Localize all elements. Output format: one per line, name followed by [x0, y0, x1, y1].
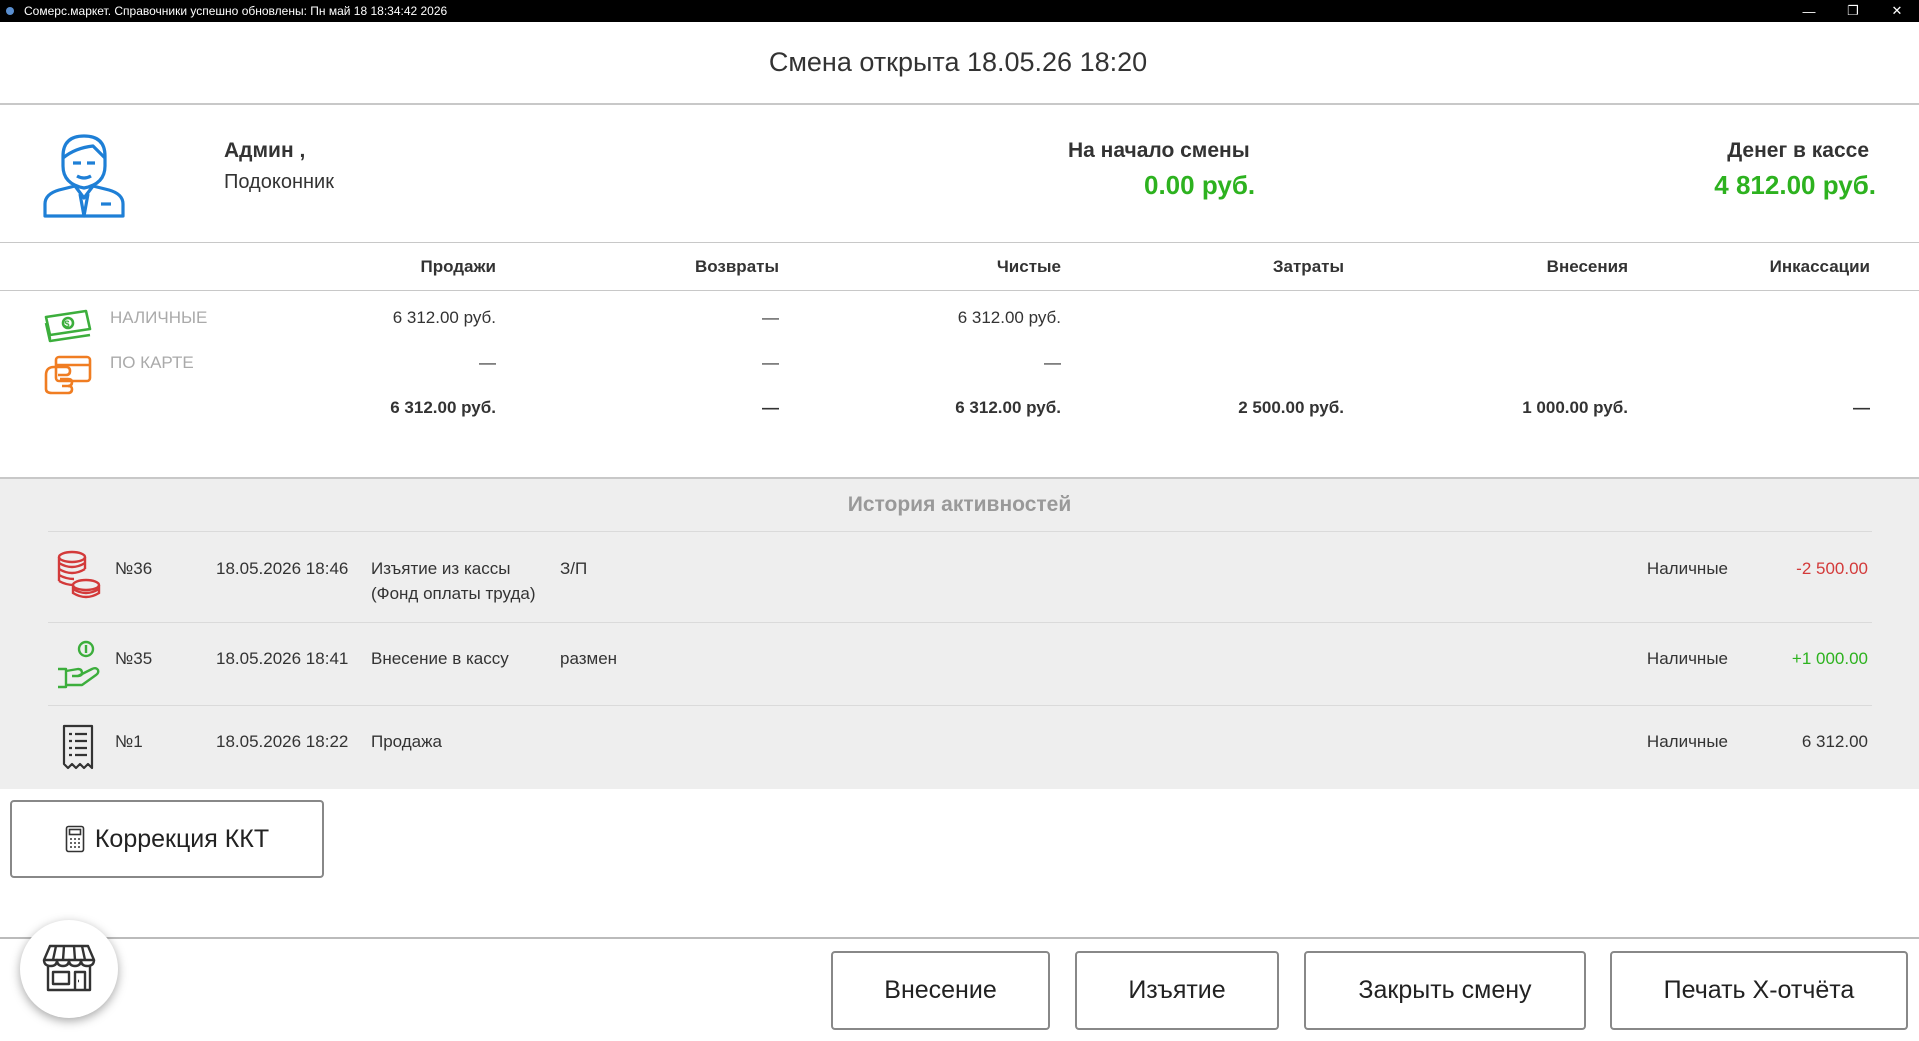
window-titlebar: Сомерс.маркет. Справочники успешно обнов…	[0, 0, 1919, 22]
cash-in-register-value: 4 812.00 руб.	[1714, 170, 1876, 200]
history-payment-method: Наличные	[1646, 732, 1728, 751]
header-returns: Возвраты	[694, 257, 779, 276]
history-date: 18.05.2026 18:46	[216, 559, 349, 578]
close-shift-button[interactable]: Закрыть смену	[1304, 951, 1586, 1030]
history-payment-method: Наличные	[1646, 649, 1728, 668]
history-amount: -2 500.00	[1796, 559, 1868, 578]
kkt-correction-button[interactable]: Коррекция ККТ	[10, 800, 324, 878]
history-amount: +1 000.00	[1791, 649, 1868, 668]
header-collections: Инкассации	[1769, 257, 1870, 276]
cash-returns: —	[762, 308, 779, 327]
history-amount: 6 312.00	[1801, 732, 1868, 751]
print-x-report-button[interactable]: Печать Х-отчёта	[1610, 951, 1908, 1030]
activity-history: История активностей №36 18.05.2026 18:46…	[0, 479, 1919, 789]
withdraw-button[interactable]: Изъятие	[1075, 951, 1279, 1030]
calculator-icon	[65, 825, 85, 853]
shift-start-label: На начало смены	[1068, 139, 1250, 162]
cash-in-register-label: Денег в кассе	[1727, 139, 1869, 162]
total-returns: —	[762, 398, 779, 417]
history-type-line1: Внесение в кассу	[371, 649, 509, 668]
history-item[interactable]: №36 18.05.2026 18:46 Изъятие из кассы (Ф…	[0, 531, 1919, 622]
total-expenses: 2 500.00 руб.	[1238, 398, 1344, 417]
user-panel: Админ , Подоконник На начало смены 0.00 …	[0, 105, 1919, 243]
history-type-line2: (Фонд оплаты труда)	[371, 584, 536, 603]
total-net: 6 312.00 руб.	[955, 398, 1061, 417]
shift-summary-table: Продажи Возвраты Чистые Затраты Внесения…	[0, 243, 1919, 479]
history-item[interactable]: №35 18.05.2026 18:41 Внесение в кассу ра…	[0, 622, 1919, 705]
cash-sales: 6 312.00 руб.	[392, 308, 496, 327]
history-type-line1: Изъятие из кассы	[371, 559, 511, 578]
history-date: 18.05.2026 18:41	[216, 649, 349, 668]
table-header-row: Продажи Возвраты Чистые Затраты Внесения…	[0, 243, 1919, 291]
card-icon	[44, 355, 92, 395]
header-deposits: Внесения	[1546, 257, 1628, 276]
history-date: 18.05.2026 18:22	[216, 732, 349, 751]
restore-button[interactable]: ❐	[1831, 0, 1875, 22]
shift-start-value: 0.00 руб.	[1144, 170, 1256, 200]
cash-net: 6 312.00 руб.	[957, 308, 1061, 327]
total-collections: —	[1853, 398, 1870, 417]
history-number: №1	[115, 732, 143, 751]
store-menu-button[interactable]	[20, 920, 118, 1018]
history-number: №35	[115, 649, 153, 668]
history-number: №36	[115, 559, 153, 578]
app-icon	[6, 7, 14, 15]
window-title: Сомерс.маркет. Справочники успешно обнов…	[24, 4, 448, 18]
kkt-correction-label: Коррекция ККТ	[94, 824, 270, 853]
close-button[interactable]: ✕	[1875, 0, 1919, 22]
user-location: Подоконник	[224, 171, 334, 193]
page-title: Смена открыта 18.05.26 18:20	[768, 47, 1148, 77]
user-avatar-icon	[43, 134, 125, 218]
store-icon	[42, 944, 96, 992]
header-net: Чистые	[996, 257, 1061, 276]
history-type: Внесение в кассу	[371, 646, 509, 671]
card-returns: —	[762, 353, 779, 372]
header-sales: Продажи	[420, 257, 496, 276]
history-comment: З/П	[560, 559, 588, 578]
row-label-card: ПО КАРТЕ	[110, 353, 194, 372]
svg-text:$: $	[65, 319, 70, 329]
history-type: Изъятие из кассы (Фонд оплаты труда)	[371, 556, 535, 606]
total-deposits: 1 000.00 руб.	[1522, 398, 1628, 417]
history-title: История активностей	[847, 493, 1072, 516]
minimize-button[interactable]: —	[1787, 0, 1831, 22]
history-comment: размен	[560, 649, 618, 668]
hand-coin-icon	[58, 640, 100, 689]
history-type: Продажа	[371, 729, 442, 754]
cash-icon: $	[44, 309, 92, 343]
deposit-button[interactable]: Внесение	[831, 951, 1050, 1030]
bottom-action-bar: Внесение Изъятие Закрыть смену Печать Х-…	[0, 937, 1919, 1041]
coins-stack-icon	[57, 550, 101, 599]
history-item[interactable]: №1 18.05.2026 18:22 Продажа Наличные 6 3…	[0, 705, 1919, 789]
history-type-line1: Продажа	[371, 732, 442, 751]
total-sales: 6 312.00 руб.	[390, 398, 496, 417]
page-header: Смена открыта 18.05.26 18:20	[0, 22, 1919, 105]
user-name: Админ ,	[224, 139, 306, 162]
receipt-icon	[62, 724, 94, 770]
history-payment-method: Наличные	[1646, 559, 1728, 578]
row-label-cash: НАЛИЧНЫЕ	[110, 308, 208, 327]
card-net: —	[1044, 353, 1061, 372]
header-expenses: Затраты	[1272, 257, 1344, 276]
card-sales: —	[479, 353, 496, 372]
